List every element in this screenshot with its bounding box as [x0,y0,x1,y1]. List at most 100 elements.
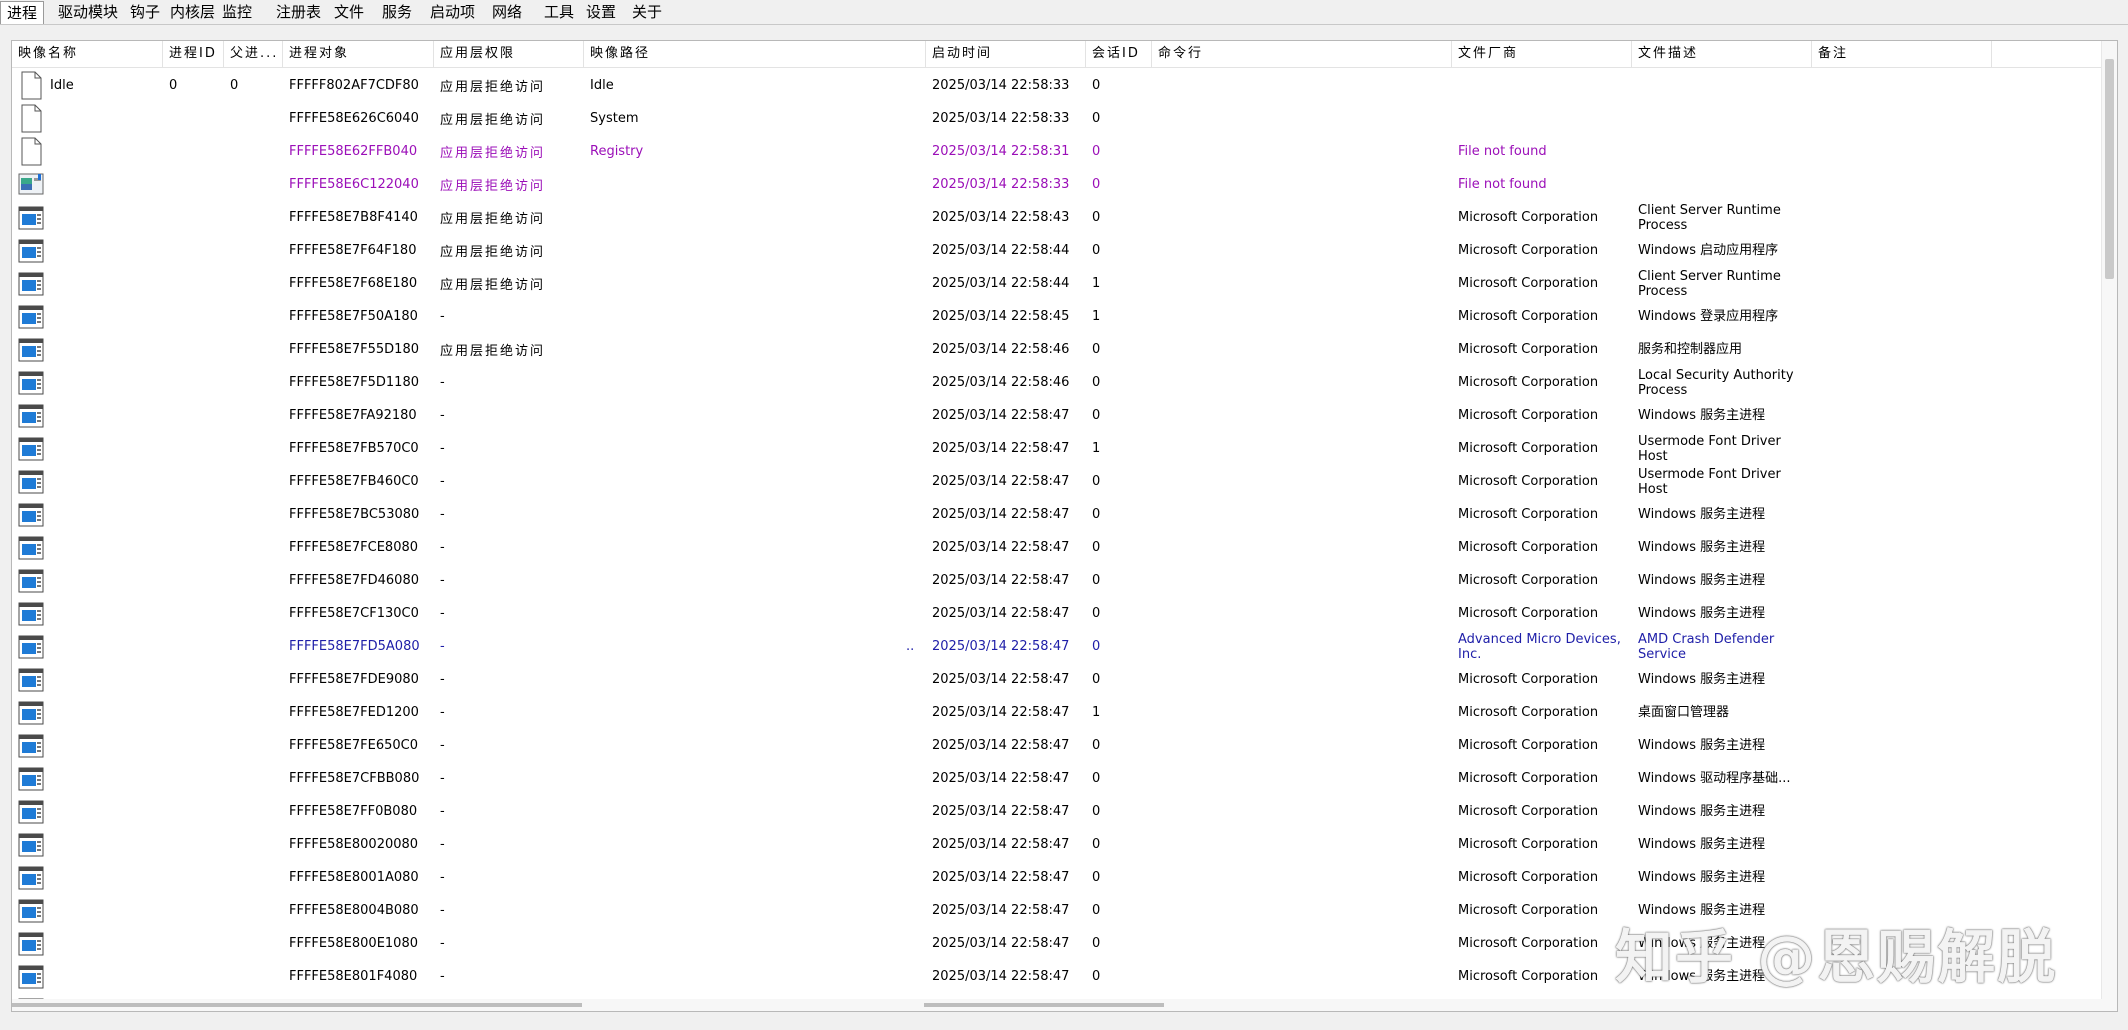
cell-perm: - [440,672,447,687]
cell-session: 1 [1092,441,1101,456]
tab-7[interactable]: 服务 [376,1,418,23]
tab-2[interactable]: 钩子 [124,1,166,23]
cell-vendor: Advanced Micro Devices, Inc. [1458,631,1621,662]
cell-vendor: Microsoft Corporation [1458,243,1599,258]
tab-8[interactable]: 启动项 [424,1,481,23]
cell-pid [169,828,224,861]
cell-vendor [1458,102,1628,135]
cell-perm: 应用层拒绝访问 [440,179,546,194]
table-row[interactable]: FFFFE58E7FDE9080 - 2025/03/14 22:58:47 0 Mic… [12,663,2102,696]
table-row[interactable]: FFFFE58E7F5D1180 - 2025/03/14 22:58:46 0 Mic… [12,366,2102,399]
window-app-icon [18,272,44,296]
table-row[interactable]: FFFFE58E7FF0B080 - 2025/03/14 22:58:47 0 Mic… [12,795,2102,828]
column-header-7[interactable]: 会话ID [1086,41,1152,67]
table-row[interactable]: FFFFE58E7CFBB080 - 2025/03/14 22:58:47 0 Mic… [12,762,2102,795]
cell-path: System [590,111,639,126]
cell-vendor: Microsoft Corporation [1458,903,1599,918]
cell-perm: - [440,705,447,720]
cell-path [590,564,926,597]
horizontal-scrollbar[interactable] [12,999,2102,1011]
cell-path: .. [906,639,915,654]
vertical-scrollbar[interactable] [2101,41,2117,1011]
table-row[interactable]: FFFFE58E7FD46080 - 2025/03/14 22:58:47 0 Mic… [12,564,2102,597]
cell-perm: - [440,606,447,621]
cell-session: 0 [1092,837,1101,852]
column-header-2[interactable]: 父进... [224,41,283,67]
cell-time: 2025/03/14 22:58:47 [932,606,1070,621]
cell-ppid [230,729,283,762]
cell-session: 0 [1092,210,1101,225]
table-row[interactable]: FFFFE58E7BC53080 - 2025/03/14 22:58:47 0 Mic… [12,498,2102,531]
column-header-11[interactable]: 备注 [1812,41,1992,67]
table-row[interactable]: FFFFE58E62FFB040 应用层拒绝访问 Registry 2025/03/1… [12,135,2102,168]
cell-ppid [230,135,283,168]
tab-10[interactable]: 工具 [538,1,580,23]
cell-pid [169,927,224,960]
table-row[interactable]: FFFFE58E7FD5A080 -.. 2025/03/14 22:58:47 0 A… [12,630,2102,663]
table-row[interactable]: FFFFE58E80020080 - 2025/03/14 22:58:47 0 Mic… [12,828,2102,861]
cell-perm: - [440,408,447,423]
column-header-0[interactable]: 映像名称 [12,41,163,67]
cell-desc: Windows 服务主进程 [1638,573,1766,588]
tab-9[interactable]: 网络 [486,1,528,23]
table-row[interactable]: FFFFE58E7B8F4140 应用层拒绝访问 2025/03/14 22:58:… [12,201,2102,234]
table-row[interactable]: FFFFE58E7F64F180 应用层拒绝访问 2025/03/14 22:58:… [12,234,2102,267]
cell-desc: Windows 登录应用程序 [1638,309,1779,324]
cell-obj: FFFFE58E7B8F4140 [289,210,418,225]
cell-obj: FFFFE58E6C122040 [289,177,419,192]
tab-5[interactable]: 注册表 [270,1,327,23]
table-row[interactable]: FFFFE58E7F55D180 应用层拒绝访问 2025/03/14 22:58:… [12,333,2102,366]
column-header-8[interactable]: 命令行 [1152,41,1452,67]
cell-perm: - [440,903,447,918]
column-header-4[interactable]: 应用层权限 [434,41,584,67]
cell-ppid [230,432,283,465]
cell-time: 2025/03/14 22:58:47 [932,507,1070,522]
table-row[interactable]: FFFFE58E7F50A180 - 2025/03/14 22:58:45 1 Mic… [12,300,2102,333]
table-row[interactable]: FFFFE58E7CF130C0 - 2025/03/14 22:58:47 0 Mic… [12,597,2102,630]
cell-perm: - [440,969,447,984]
cell-ppid [230,927,283,960]
column-header-1[interactable]: 进程ID [163,41,224,67]
table-row[interactable]: FFFFE58E7FED1200 - 2025/03/14 22:58:47 1 Mic… [12,696,2102,729]
horizontal-scroll-thumb[interactable] [12,1003,582,1007]
table-row[interactable]: FFFFE58E7FB460C0 - 2025/03/14 22:58:47 0 Mic… [12,465,2102,498]
column-header-9[interactable]: 文件厂商 [1452,41,1632,67]
table-row[interactable]: Idle 0 0 FFFFF802AF7CDF80 应用层拒绝访问 Idle 2025/03… [12,69,2102,102]
tab-3[interactable]: 内核层 [164,1,221,23]
column-header-6[interactable]: 启动时间 [926,41,1086,67]
window-app-icon [18,305,44,329]
tab-4[interactable]: 监控 [216,1,258,23]
cell-name [50,498,163,531]
cell-obj: FFFFE58E7BC53080 [289,507,420,522]
cell-time: 2025/03/14 22:58:46 [932,342,1070,357]
cell-time: 2025/03/14 22:58:47 [932,870,1070,885]
window-app-icon [18,206,44,230]
cell-desc [1638,102,1813,135]
cell-perm: 应用层拒绝访问 [440,344,546,359]
column-header-3[interactable]: 进程对象 [283,41,434,67]
cell-perm: - [440,804,447,819]
tab-0[interactable]: 进程 [0,1,45,24]
tab-11[interactable]: 设置 [580,1,622,23]
table-row[interactable]: FFFFE58E626C6040 应用层拒绝访问 System 2025/03/14 … [12,102,2102,135]
cell-desc: Client Server Runtime Process [1638,202,1781,233]
table-row[interactable]: FFFFE58E7FCE8080 - 2025/03/14 22:58:47 0 Mic… [12,531,2102,564]
cell-pid [169,696,224,729]
table-row[interactable]: FFFFE58E7F68E180 应用层拒绝访问 2025/03/14 22:58:… [12,267,2102,300]
tab-6[interactable]: 文件 [328,1,370,23]
table-row[interactable]: FFFFE58E7FB570C0 - 2025/03/14 22:58:47 1 Mic… [12,432,2102,465]
table-row[interactable]: FFFFE58E8001A080 - 2025/03/14 22:58:47 0 Mic… [12,861,2102,894]
tab-12[interactable]: 关于 [626,1,668,23]
table-row[interactable]: FFFFE58E7FA92180 - 2025/03/14 22:58:47 0 Mic… [12,399,2102,432]
vertical-scroll-thumb[interactable] [2105,59,2114,279]
cell-desc: 桌面窗口管理器 [1638,705,1730,720]
table-row[interactable]: FFFFE58E6C122040 应用层拒绝访问 2025/03/14 22:58:… [12,168,2102,201]
cell-session: 0 [1092,408,1101,423]
column-header-10[interactable]: 文件描述 [1632,41,1812,67]
table-row[interactable]: FFFFE58E7FE650C0 - 2025/03/14 22:58:47 0 Mic… [12,729,2102,762]
horizontal-scroll-thumb[interactable] [924,1003,1164,1007]
cell-session: 0 [1092,540,1101,555]
column-header-5[interactable]: 映像路径 [584,41,926,67]
tab-1[interactable]: 驱动模块 [52,1,124,23]
window-app-icon [18,437,44,461]
